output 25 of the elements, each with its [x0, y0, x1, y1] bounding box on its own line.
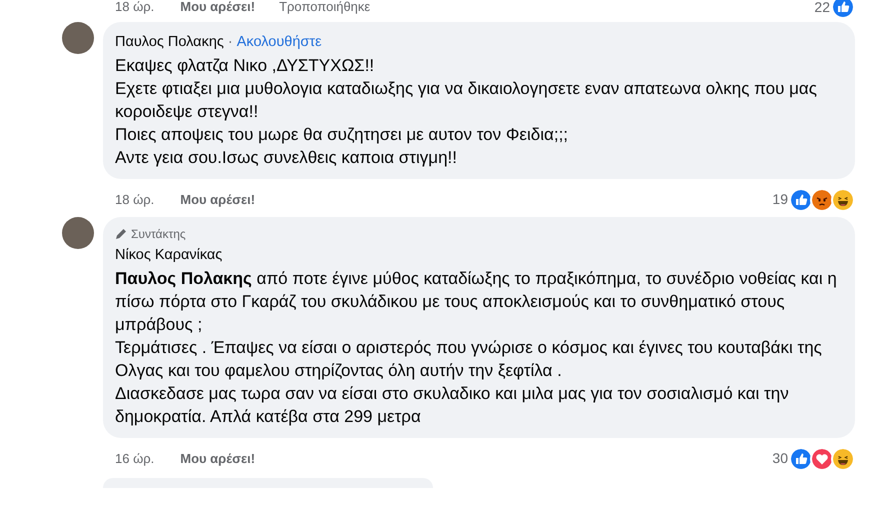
comment-text: Διασκεδασε μας τωρα σαν να είσαι στο σκυλαδικο και μιλα μας για τον σοσιαλισμό και την δημοκρατία. Απλά κατέβα στα 299 μετρα — [115, 383, 790, 428]
avatar — [62, 22, 94, 54]
author-name[interactable]: Νίκος Καρανίκας — [115, 247, 222, 263]
comment-text: Τερμάτισες . Έπαψες να είσαι ο αριστερός που γνώρισε ο κόσμος και έγινες του κουταβάκι της Ολγας και του φαμελου στηρίζοντας όλη αυτήν την ξεφτίλα . — [115, 337, 823, 382]
author-name[interactable]: Παυλος Πολακης — [115, 34, 224, 50]
avatar — [62, 217, 94, 249]
badge-label: Συντάκτης — [131, 226, 186, 243]
like-link[interactable]: Μου αρέσει! — [180, 448, 256, 468]
follow-link[interactable]: Ακολουθήστε — [236, 34, 322, 50]
reaction-count[interactable]: 22 — [814, 0, 830, 14]
reaction-count[interactable]: 19 — [772, 189, 788, 210]
edited-label: Τροποποιήθηκε — [279, 0, 370, 14]
comment-text: Παυλος Πολακης από ποτε έγινε μύθος καταδίωξης το πραξικόπημα, το συνέδριο νοθείας και η πίσω πόρτα στο Γκαράζ του σκυλάδικου με τους αποκλεισμούς και το συνθηματικό στους μπράβους ; — [115, 268, 838, 336]
like-link[interactable]: Μου αρέσει! — [180, 190, 256, 210]
comment-text: Ποιες αποψεις του μωρε θα συζητησει με αυτον τον Φειδια;;; — [115, 124, 570, 146]
timestamp[interactable]: 16 ώρ. — [115, 448, 154, 468]
reaction-count[interactable]: 30 — [772, 448, 788, 469]
timestamp[interactable]: 18 ώρ. — [115, 190, 154, 210]
comment-text: Εχετε φτιαξει μια μυθολογια καταδιωξης για να δικαιολογησετε εναν απατεωνα ολκης που μας κοροιδεψε στεγνα!! — [115, 78, 818, 123]
timestamp[interactable]: 18 ώρ. — [115, 0, 154, 14]
comment-text: Εκαψες φλατζα Νικο ,ΔΥΣΤΥΧΩΣ!! — [115, 55, 376, 77]
separator-dot: · — [228, 34, 233, 50]
pen-icon — [115, 228, 127, 240]
comment-text: Αντε γεια σου.Ισως συνελθεις καποια στιγμη!! — [115, 147, 458, 169]
like-link[interactable]: Μου αρέσει! — [180, 0, 256, 14]
